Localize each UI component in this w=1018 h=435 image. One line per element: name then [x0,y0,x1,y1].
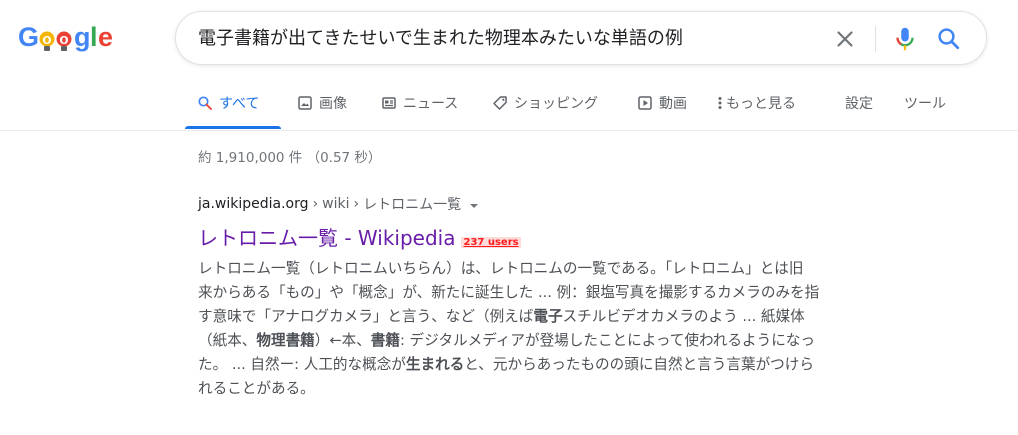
breadcrumb-separator: › [353,196,360,212]
logo-letter-o1: o [42,31,51,48]
result-breadcrumb[interactable]: ja.wikipedia.org › wiki › レトロニム一覧 [198,194,479,214]
tab-label: ツール [904,96,946,112]
tab-all[interactable]: すべて [197,92,259,114]
tab-more[interactable]: もっと見る [716,92,796,114]
tab-label: すべて [219,96,260,112]
tag-icon [492,95,508,111]
search-input[interactable]: 電子書籍が出てきたせいで生まれた物理本みたいな単語の例 [198,26,818,52]
mic-icon[interactable] [890,24,920,54]
snippet-line: た。 ... 自然ー: 人工的な概念が生まれると、元からあったものの頭に自然と言… [198,353,892,377]
search-icon [197,95,213,111]
snippet-highlight: 物理書籍 [256,332,315,349]
snippet-line: 来からある「もの」や「概念」が、新たに誕生した ... 例：銀塩写真を撮影するカ… [198,281,892,305]
tab-settings[interactable]: 設定 [845,92,873,114]
play-icon [637,95,653,111]
breadcrumb-path: レトロニム一覧 [363,197,462,213]
snippet-line: レトロニム一覧（レトロニムいちらん）は、レトロニムの一覧である。「レトロニム」と… [198,257,892,281]
chevron-down-icon[interactable] [469,199,479,209]
snippet-highlight: 生まれる [405,356,465,373]
snippet-text: スチルビデオカメラのよう ... 紙媒体 [562,308,805,325]
active-tab-indicator [185,126,281,129]
header-divider [0,130,1018,131]
logo-letter-g: G [18,22,39,52]
logo-letter-o2: o [59,31,68,48]
tab-tools[interactable]: ツール [904,92,946,114]
tab-label: ショッピング [514,96,598,112]
tab-label: 動画 [659,96,687,112]
logo-letter-l: l [90,22,98,52]
clear-icon[interactable] [832,26,858,52]
snippet-highlight: 電子 [533,308,563,325]
result-stats: 約 1,910,000 件 （0.57 秒） [198,150,382,166]
bookmark-users-badge[interactable]: 237 users [461,237,521,248]
logo-letter-e: e [98,22,113,52]
tab-label: ニュース [403,96,459,112]
snippet-text: レトロニム一覧（レトロニムいちらん）は、レトロニムの一覧である。「レトロニム」と… [198,260,804,277]
search-icon[interactable] [934,24,964,54]
result-title: レトロニム一覧 - Wikipedia 237 users [198,222,521,251]
snippet-text: ）←本、 [314,332,371,349]
google-logo[interactable]: G o o g l e [18,20,118,56]
more-vert-icon [716,95,724,111]
snippet-text: れることがある。 [198,380,315,397]
snippet-line: （紙本、物理書籍）←本、書籍: デジタルメディアが登場したことによって使われるよ… [198,329,892,353]
tab-news[interactable]: ニュース [381,92,458,114]
snippet-text: （紙本、 [198,332,257,349]
snippet-text: 来からある「もの」や「概念」が、新たに誕生した ... 例：銀塩写真を撮影するカ… [198,284,820,301]
result-snippet: レトロニム一覧（レトロニムいちらん）は、レトロニムの一覧である。「レトロニム」と… [198,257,892,401]
tab-label: もっと見る [726,96,796,112]
result-site: ja.wikipedia.org [198,196,309,212]
bulb-o-1-icon: o [39,31,55,51]
search-tabs: すべて 画像 ニュース ショッピング 動画 もっと見る 設定 ツール [0,86,1018,130]
news-icon [381,95,397,111]
breadcrumb-path: wiki [322,196,350,212]
result-title-link[interactable]: レトロニム一覧 - Wikipedia [198,222,455,251]
snippet-text: す意味で「アナログカメラ」と言う、など（例えば [198,308,534,325]
snippet-text: た。 ... 自然ー: 人工的な概念が [198,356,406,373]
snippet-line: れることがある。 [198,377,892,401]
snippet-text: : デジタルメディアが登場したことによって使われるようになっ [400,332,815,349]
breadcrumb-separator: › [312,196,319,212]
tab-shopping[interactable]: ショッピング [492,92,598,114]
snippet-text: と、元からあったものの頭に自然と言う言葉がつけら [464,356,814,373]
search-divider [875,26,876,52]
tab-videos[interactable]: 動画 [637,92,687,114]
tab-images[interactable]: 画像 [297,92,347,114]
tab-label: 画像 [319,96,347,112]
snippet-highlight: 書籍 [370,332,400,349]
logo-letter-g2: g [74,22,91,52]
search-box[interactable]: 電子書籍が出てきたせいで生まれた物理本みたいな単語の例 [175,11,987,65]
image-icon [297,95,313,111]
snippet-line: す意味で「アナログカメラ」と言う、など（例えば電子スチルビデオカメラのよう ..… [198,305,892,329]
bulb-o-2-icon: o [56,31,72,51]
tab-label: 設定 [845,96,873,112]
